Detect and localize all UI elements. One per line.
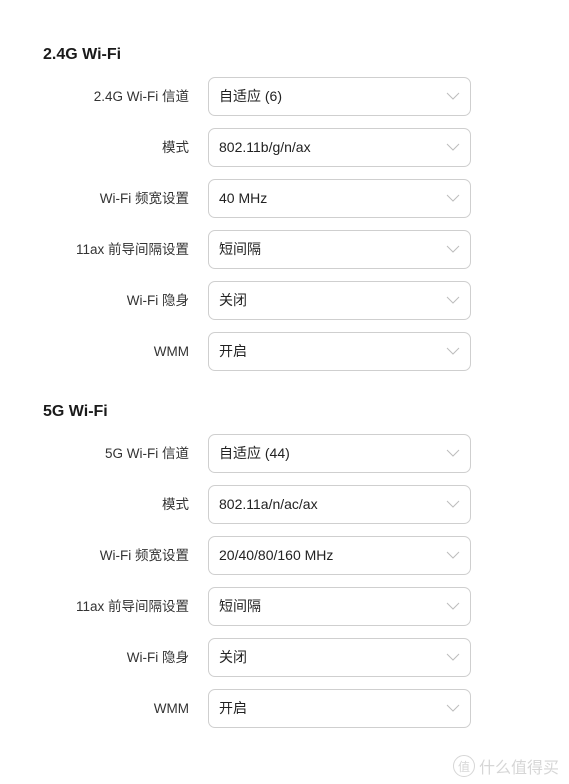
select-5g-mode[interactable]: 802.11a/n/ac/ax <box>208 485 471 524</box>
chevron-down-icon <box>446 602 460 610</box>
chevron-down-icon <box>446 143 460 151</box>
row-2g-channel: 2.4G Wi-Fi 信道 自适应 (6) <box>0 77 569 116</box>
row-5g-hidden: Wi-Fi 隐身 关闭 <box>0 638 569 677</box>
select-value: 20/40/80/160 MHz <box>219 547 334 563</box>
label-5g-hidden: Wi-Fi 隐身 <box>126 650 189 665</box>
row-5g-bandwidth: Wi-Fi 频宽设置 20/40/80/160 MHz <box>0 536 569 575</box>
watermark-logo-icon: 值 <box>452 755 475 777</box>
label-5g-guard-interval: 11ax 前导间隔设置 <box>75 599 189 614</box>
select-5g-bandwidth[interactable]: 20/40/80/160 MHz <box>208 536 471 575</box>
chevron-down-icon <box>446 245 460 253</box>
row-5g-guard-interval: 11ax 前导间隔设置 短间隔 <box>0 587 569 626</box>
select-5g-hidden[interactable]: 关闭 <box>208 638 471 677</box>
chevron-down-icon <box>446 92 460 100</box>
watermark-text: 什么值得买 <box>478 760 559 777</box>
row-5g-mode: 模式 802.11a/n/ac/ax <box>0 485 569 524</box>
row-2g-hidden: Wi-Fi 隐身 关闭 <box>0 281 569 320</box>
chevron-down-icon <box>446 194 460 202</box>
label-2g-channel: 2.4G Wi-Fi 信道 <box>93 89 189 104</box>
select-5g-channel[interactable]: 自适应 (44) <box>208 434 471 473</box>
row-2g-guard-interval: 11ax 前导间隔设置 短间隔 <box>0 230 569 269</box>
select-value: 短间隔 <box>219 241 261 257</box>
chevron-down-icon <box>446 296 460 304</box>
row-2g-mode: 模式 802.11b/g/n/ax <box>0 128 569 167</box>
row-2g-wmm: WMM 开启 <box>0 332 569 371</box>
section-title-2g: 2.4G Wi-Fi <box>43 46 122 63</box>
select-2g-bandwidth[interactable]: 40 MHz <box>208 179 471 218</box>
label-5g-bandwidth: Wi-Fi 频宽设置 <box>99 548 189 563</box>
select-2g-guard-interval[interactable]: 短间隔 <box>208 230 471 269</box>
label-5g-mode: 模式 <box>162 497 189 512</box>
label-2g-wmm: WMM <box>153 344 189 359</box>
select-value: 802.11b/g/n/ax <box>219 139 311 155</box>
section-title-5g: 5G Wi-Fi <box>43 403 108 420</box>
select-value: 802.11a/n/ac/ax <box>219 496 318 512</box>
chevron-down-icon <box>446 449 460 457</box>
select-value: 自适应 (44) <box>219 445 290 461</box>
select-value: 关闭 <box>219 292 247 308</box>
chevron-down-icon <box>446 704 460 712</box>
select-2g-wmm[interactable]: 开启 <box>208 332 471 371</box>
chevron-down-icon <box>446 347 460 355</box>
watermark: 值 什么值得买 <box>452 754 559 778</box>
chevron-down-icon <box>446 653 460 661</box>
select-value: 关闭 <box>219 649 247 665</box>
label-5g-wmm: WMM <box>153 701 189 716</box>
label-2g-guard-interval: 11ax 前导间隔设置 <box>75 242 189 257</box>
label-2g-bandwidth: Wi-Fi 频宽设置 <box>99 191 189 206</box>
select-2g-channel[interactable]: 自适应 (6) <box>208 77 471 116</box>
select-value: 40 MHz <box>219 190 268 206</box>
select-2g-mode[interactable]: 802.11b/g/n/ax <box>208 128 471 167</box>
select-5g-guard-interval[interactable]: 短间隔 <box>208 587 471 626</box>
select-value: 自适应 (6) <box>219 88 282 104</box>
row-5g-wmm: WMM 开启 <box>0 689 569 728</box>
select-value: 短间隔 <box>219 598 261 614</box>
label-2g-mode: 模式 <box>162 140 189 155</box>
label-5g-channel: 5G Wi-Fi 信道 <box>105 446 189 461</box>
select-value: 开启 <box>219 343 247 359</box>
chevron-down-icon <box>446 500 460 508</box>
row-2g-bandwidth: Wi-Fi 频宽设置 40 MHz <box>0 179 569 218</box>
select-value: 开启 <box>219 700 247 716</box>
chevron-down-icon <box>446 551 460 559</box>
select-5g-wmm[interactable]: 开启 <box>208 689 471 728</box>
label-2g-hidden: Wi-Fi 隐身 <box>126 293 189 308</box>
row-5g-channel: 5G Wi-Fi 信道 自适应 (44) <box>0 434 569 473</box>
select-2g-hidden[interactable]: 关闭 <box>208 281 471 320</box>
